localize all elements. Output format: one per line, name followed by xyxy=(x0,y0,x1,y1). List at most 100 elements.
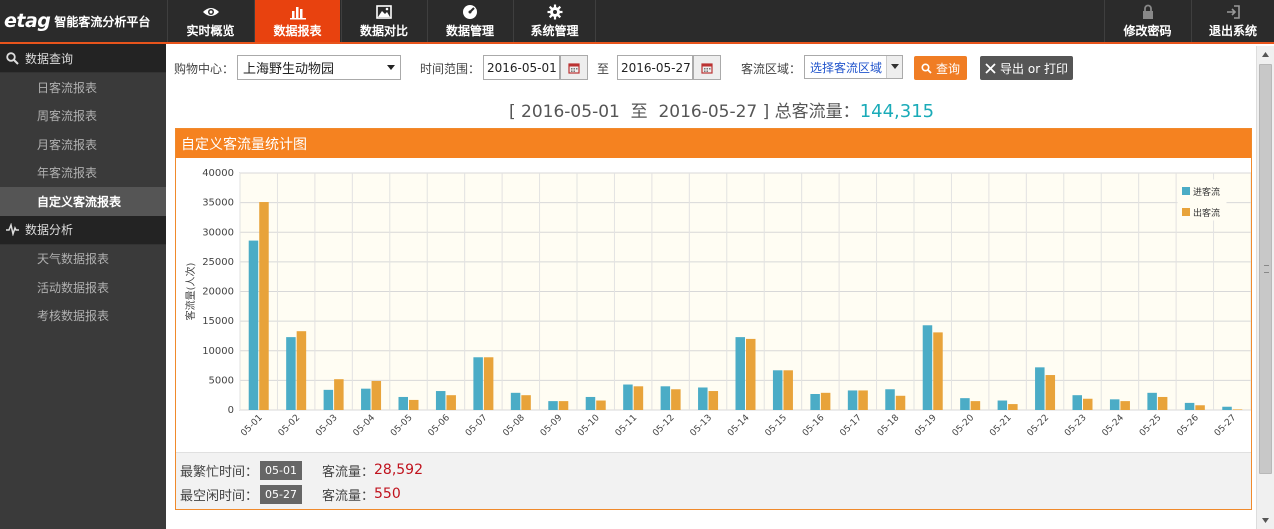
query-button-label: 查询 xyxy=(935,61,960,76)
sidebar-item-assessment-report[interactable]: 考核数据报表 xyxy=(0,302,166,331)
sidebar-item-activity-report[interactable]: 活动数据报表 xyxy=(0,273,166,302)
mall-select[interactable]: 上海野生动物园 xyxy=(237,55,401,80)
eye-icon xyxy=(202,8,219,16)
chart-container: 0 5000 10000 15000 20000 25000 30000 35000 40000… xyxy=(176,158,1252,451)
bar-out xyxy=(446,395,456,410)
legend-label: 出客流 xyxy=(1193,207,1220,219)
legend-swatch xyxy=(1182,187,1190,195)
region-select-value: 选择客流区域 xyxy=(810,60,883,75)
sidebar-section-analysis[interactable]: 数据分析 xyxy=(0,215,166,245)
bar-out xyxy=(671,389,681,410)
bar-out xyxy=(521,395,531,410)
dashboard-icon xyxy=(463,5,477,19)
bar-in xyxy=(960,398,970,410)
sidebar-item-weather-report[interactable]: 天气数据报表 xyxy=(0,245,166,274)
end-date-input[interactable]: 2016-05-27 xyxy=(617,55,693,80)
region-select[interactable]: 选择客流区域 xyxy=(804,55,903,79)
summary-line: [ 2016-05-01 至 2016-05-27 ] 总客流量：144,315 xyxy=(509,97,934,122)
x-tick-label: 05-23 xyxy=(1063,413,1089,439)
nav-label: 实时概览 xyxy=(186,24,235,38)
chart-panel: 自定义客流量统计图 0 5000 10000 15000 20000 25000 30000… xyxy=(175,128,1252,510)
bar-in xyxy=(548,401,558,410)
x-tick-label: 05-24 xyxy=(1100,413,1126,439)
x-tick-label: 05-07 xyxy=(464,413,490,439)
x-tick-label: 05-01 xyxy=(239,413,265,439)
bar-in xyxy=(1109,399,1120,410)
calendar-icon xyxy=(568,62,580,74)
y-tick-label: 10000 xyxy=(202,346,234,357)
scroll-up-arrow-icon[interactable] xyxy=(1257,46,1274,63)
busiest-flow-label: 客流量： xyxy=(321,464,374,480)
bar-in xyxy=(248,240,259,410)
x-tick-label: 05-16 xyxy=(801,413,827,439)
x-tick-label: 05-20 xyxy=(951,413,977,439)
nav-item-system[interactable]: 系统管理 xyxy=(513,0,596,42)
scroll-thumb[interactable] xyxy=(1259,64,1272,474)
x-tick-label: 05-26 xyxy=(1175,413,1201,439)
x-tick-label: 05-11 xyxy=(614,413,640,439)
bar-out xyxy=(970,401,981,410)
export-print-button[interactable]: 导出 or 打印 xyxy=(980,56,1073,80)
bar-in xyxy=(1147,392,1157,410)
scroll-down-arrow-icon[interactable] xyxy=(1257,512,1274,529)
x-tick-label: 05-17 xyxy=(838,413,864,439)
bar-out xyxy=(783,370,793,410)
bar-out xyxy=(1157,396,1168,410)
change-password-button[interactable]: 修改密码 xyxy=(1104,0,1190,42)
nav-item-reports[interactable]: 数据报表 xyxy=(254,0,340,42)
top-navbar: etag 智能客流分析平台 实时概览 数据报表 数据对比 数据管理 系统管理 修… xyxy=(0,0,1274,42)
sidebar-item-yearly-report[interactable]: 年客流报表 xyxy=(0,159,166,188)
bar-out xyxy=(483,357,494,410)
app-logo[interactable]: etag 智能客流分析平台 xyxy=(0,0,167,42)
bar-in xyxy=(735,337,745,410)
sidebar: 数据查询 日客流报表 周客流报表 月客流报表 年客流报表 自定义客流报表 数据分… xyxy=(0,44,166,529)
x-tick-label: 05-22 xyxy=(1026,413,1052,439)
sidebar-section-query[interactable]: 数据查询 xyxy=(0,44,166,73)
nav-label: 系统管理 xyxy=(530,24,579,38)
legend-swatch xyxy=(1182,208,1190,216)
start-calendar-button[interactable] xyxy=(560,55,588,80)
end-calendar-button[interactable] xyxy=(693,55,721,80)
sidebar-section-title: 数据分析 xyxy=(25,223,74,237)
nav-item-realtime[interactable]: 实时概览 xyxy=(167,0,253,42)
sidebar-item-weekly-report[interactable]: 周客流报表 xyxy=(0,102,166,131)
sidebar-item-daily-report[interactable]: 日客流报表 xyxy=(0,73,166,102)
start-date-input[interactable]: 2016-05-01 xyxy=(483,55,560,80)
bar-in xyxy=(323,389,334,410)
bar-in xyxy=(847,390,858,410)
page-scrollbar[interactable] xyxy=(1256,46,1274,529)
nav-item-compare[interactable]: 数据对比 xyxy=(341,0,426,42)
bar-in xyxy=(772,370,783,410)
region-label: 客流区域： xyxy=(741,62,802,76)
bar-out xyxy=(746,338,756,410)
x-tick-label: 05-02 xyxy=(277,413,303,439)
y-tick-label: 5000 xyxy=(209,375,234,386)
idlest-flow-value: 550 xyxy=(374,486,401,502)
bar-in xyxy=(885,389,895,410)
nav-item-data-manage[interactable]: 数据管理 xyxy=(427,0,512,42)
bar-in xyxy=(1184,402,1195,410)
x-tick-label: 05-19 xyxy=(913,413,939,439)
gear-icon xyxy=(547,4,562,20)
bar-out xyxy=(409,399,419,410)
lock-icon xyxy=(1142,4,1153,19)
bar-out xyxy=(296,331,307,410)
bar-in xyxy=(361,388,371,410)
sidebar-item-monthly-report[interactable]: 月客流报表 xyxy=(0,130,166,159)
bar-out xyxy=(858,390,868,410)
x-tick-label: 05-09 xyxy=(539,413,565,439)
search-icon xyxy=(921,62,932,74)
logout-button[interactable]: 退出系统 xyxy=(1191,0,1274,42)
summary-total: 144,315 xyxy=(859,101,935,122)
bar-out xyxy=(820,392,831,410)
y-axis-label: 客流量(人次) xyxy=(184,263,197,321)
bar-in xyxy=(473,357,483,410)
sidebar-item-custom-report[interactable]: 自定义客流报表 xyxy=(0,187,166,216)
idlest-label: 最空闲时间： xyxy=(180,488,259,504)
app-title: 智能客流分析平台 xyxy=(54,14,151,29)
query-button[interactable]: 查询 xyxy=(914,56,967,80)
bar-out xyxy=(558,401,569,410)
summary-range: [ 2016-05-01 至 2016-05-27 ] 总客流量： xyxy=(509,102,860,122)
busiest-date-badge: 05-01 xyxy=(260,460,302,480)
x-tick-label: 05-13 xyxy=(689,413,715,439)
